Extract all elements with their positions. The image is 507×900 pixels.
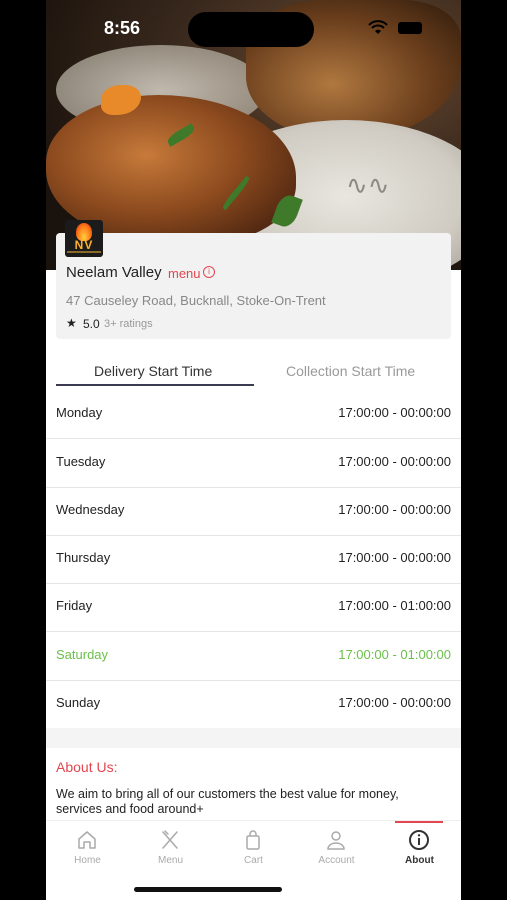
nav-account[interactable]: Account	[295, 821, 378, 881]
schedule-row-friday: Friday 17:00:00 - 01:00:00	[46, 583, 461, 632]
schedule-row-monday: Monday 17:00:00 - 00:00:00	[46, 390, 461, 439]
battery-icon	[398, 22, 422, 34]
info-icon	[409, 830, 429, 850]
schedule-row-sunday: Sunday 17:00:00 - 00:00:00	[46, 680, 461, 729]
hours-value: 17:00:00 - 01:00:00	[338, 647, 451, 662]
about-title: About Us:	[56, 759, 118, 775]
schedule-row-saturday: Saturday 17:00:00 - 01:00:00	[46, 632, 461, 681]
active-tab-indicator	[56, 384, 254, 386]
menu-link[interactable]: menu	[168, 266, 201, 281]
day-label: Sunday	[56, 695, 101, 710]
restaurant-address: 47 Causeley Road, Bucknall, Stoke-On-Tre…	[66, 293, 326, 308]
day-label: Thursday	[56, 550, 111, 565]
cutlery-icon	[162, 830, 178, 849]
day-label: Saturday	[56, 647, 109, 662]
hours-value: 17:00:00 - 00:00:00	[338, 405, 451, 420]
wifi-icon	[368, 20, 388, 34]
dynamic-island	[188, 12, 314, 47]
shopping-bag-icon	[246, 830, 260, 850]
nav-home-label: Home	[74, 855, 101, 866]
day-label: Friday	[56, 598, 93, 613]
day-label: Wednesday	[56, 502, 125, 517]
hours-value: 17:00:00 - 00:00:00	[338, 550, 451, 565]
info-icon[interactable]: i	[203, 266, 215, 278]
day-label: Tuesday	[56, 454, 106, 469]
home-icon	[78, 831, 96, 849]
ratings-count: 3+ ratings	[104, 318, 153, 330]
nav-account-label: Account	[318, 855, 355, 866]
app-screen: ∿∿ 8:56 NV Neelam Valley menu i 47 Cause…	[46, 0, 461, 900]
schedule-row-wednesday: Wednesday 17:00:00 - 00:00:00	[46, 487, 461, 536]
star-icon: ★	[66, 316, 77, 330]
nav-cart-label: Cart	[244, 855, 263, 866]
hours-value: 17:00:00 - 01:00:00	[338, 598, 451, 613]
restaurant-logo: NV	[65, 220, 103, 257]
restaurant-name: Neelam Valley	[66, 264, 162, 281]
user-icon	[327, 831, 345, 850]
nav-menu-label: Menu	[157, 855, 183, 866]
nav-cart[interactable]: Cart	[212, 821, 295, 881]
hours-value: 17:00:00 - 00:00:00	[338, 695, 451, 710]
status-bar: 8:56	[46, 0, 461, 56]
nav-menu[interactable]: Menu	[129, 821, 212, 881]
tab-delivery-start-time[interactable]: Delivery Start Time	[94, 363, 212, 379]
home-indicator	[134, 887, 282, 892]
about-text: We aim to bring all of our customers the…	[56, 787, 399, 816]
nav-about[interactable]: About	[378, 821, 461, 881]
nav-home[interactable]: Home	[46, 821, 129, 881]
schedule-tabs: Delivery Start Time Collection Start Tim…	[46, 356, 461, 388]
hours-value: 17:00:00 - 00:00:00	[338, 454, 451, 469]
tab-collection-start-time[interactable]: Collection Start Time	[286, 363, 415, 379]
hours-value: 17:00:00 - 00:00:00	[338, 502, 451, 517]
nav-about-label: About	[405, 855, 434, 866]
section-divider	[46, 728, 461, 748]
day-label: Monday	[56, 405, 103, 420]
status-time: 8:56	[104, 18, 141, 38]
schedule-row-thursday: Thursday 17:00:00 - 00:00:00	[46, 535, 461, 584]
schedule-row-tuesday: Tuesday 17:00:00 - 00:00:00	[46, 439, 461, 488]
rating-value: 5.0	[83, 317, 100, 331]
